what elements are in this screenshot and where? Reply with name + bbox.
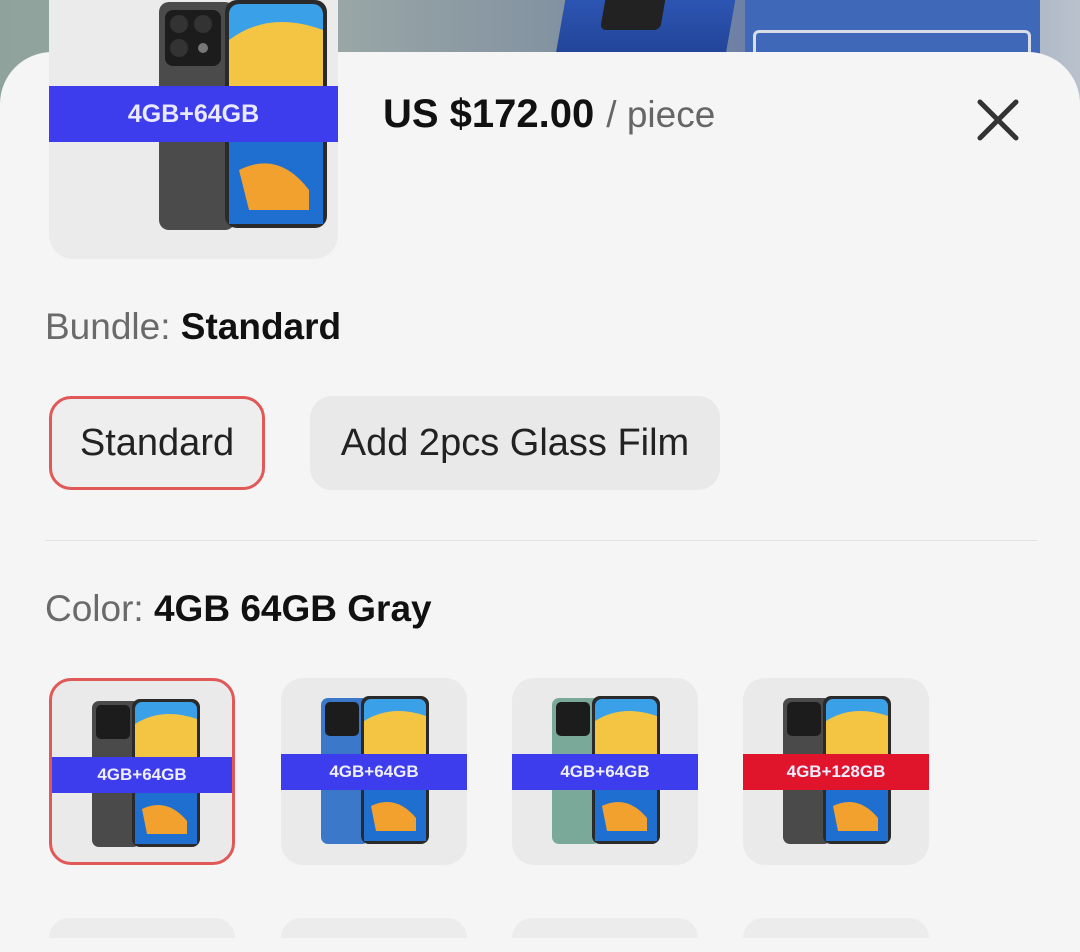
- color-section-title: Color: 4GB 64GB Gray: [45, 588, 432, 630]
- bundle-option-glass-film[interactable]: Add 2pcs Glass Film: [310, 396, 720, 490]
- price-unit: / piece: [606, 94, 716, 135]
- color-swatch-blue-64[interactable]: 4GB+64GB: [281, 678, 467, 865]
- swatch-badge: 4GB+64GB: [281, 754, 467, 790]
- bundle-selected-value: Standard: [180, 306, 342, 347]
- color-swatch-green-64[interactable]: 4GB+64GB: [512, 678, 698, 865]
- color-swatch-partial[interactable]: [512, 918, 698, 938]
- bundle-section-title: Bundle: Standard: [45, 306, 341, 348]
- color-swatch-gray-128[interactable]: 4GB+128GB: [743, 678, 929, 865]
- color-swatch-partial[interactable]: [281, 918, 467, 938]
- swatch-badge: 4GB+64GB: [52, 757, 232, 793]
- color-label: Color:: [45, 588, 144, 629]
- bundle-option-label: Add 2pcs Glass Film: [340, 421, 690, 464]
- price: US $172.00: [383, 92, 595, 136]
- color-swatch-partial[interactable]: [49, 918, 235, 938]
- main-product-image: 4GB+64GB: [49, 0, 338, 259]
- price-row: US $172.00 / piece: [383, 92, 715, 137]
- close-icon: [977, 99, 1019, 141]
- swatch-badge: 4GB+64GB: [512, 754, 698, 790]
- section-divider: [45, 540, 1037, 541]
- variant-badge: 4GB+64GB: [49, 86, 338, 142]
- color-swatch-partial[interactable]: [743, 918, 929, 938]
- swatch-badge: 4GB+128GB: [743, 754, 929, 790]
- color-swatch-gray-64[interactable]: 4GB+64GB: [49, 678, 235, 865]
- bundle-option-standard[interactable]: Standard: [49, 396, 265, 490]
- bundle-option-label: Standard: [79, 421, 235, 464]
- close-button[interactable]: [972, 94, 1024, 146]
- color-selected-value: 4GB 64GB Gray: [153, 588, 432, 629]
- bundle-label: Bundle:: [45, 306, 171, 347]
